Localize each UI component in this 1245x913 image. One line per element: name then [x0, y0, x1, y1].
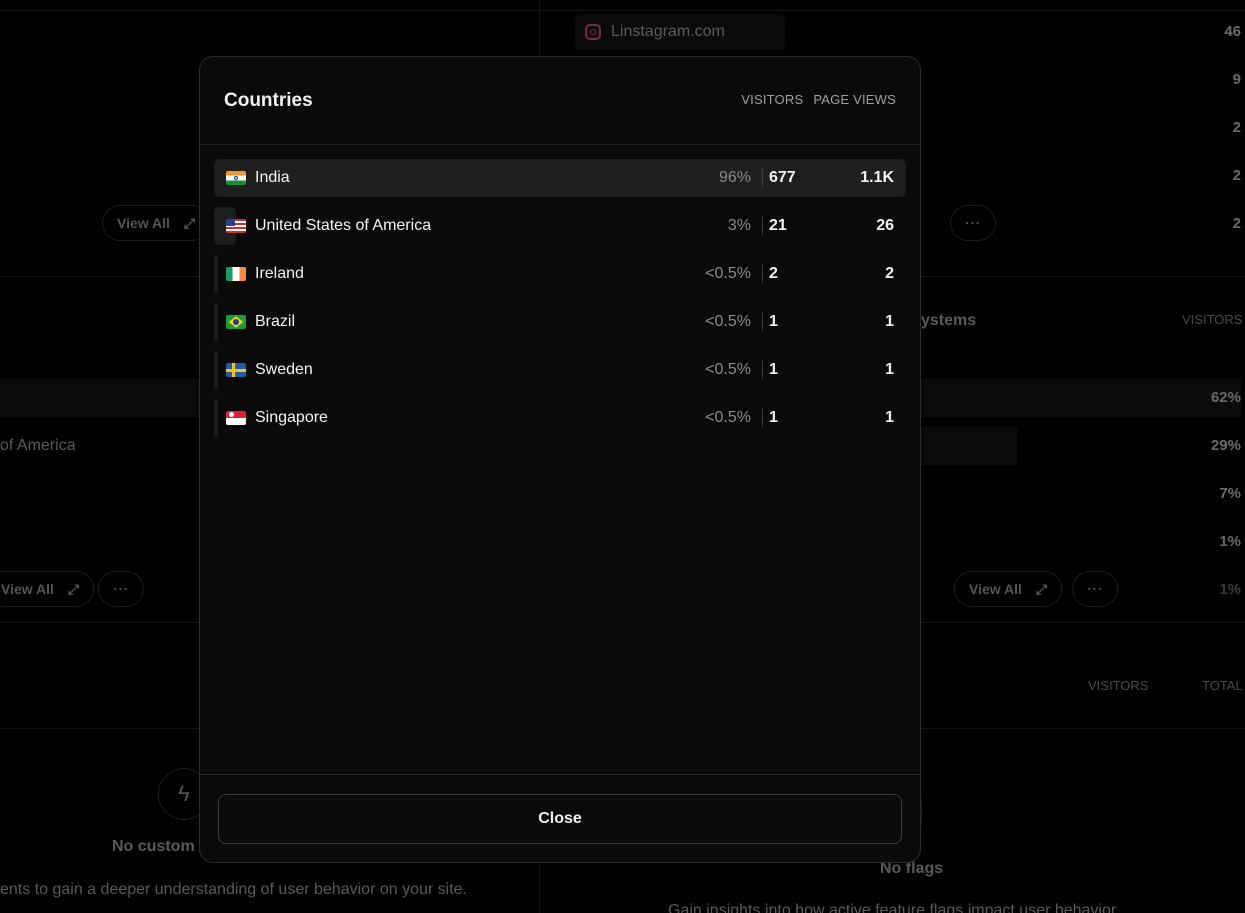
country-row-sweden[interactable]: Sweden <0.5% 1 1 — [214, 351, 906, 389]
country-page-views: 1 — [885, 313, 894, 330]
os-percent: 7% — [1219, 485, 1241, 502]
value-separator — [762, 265, 763, 283]
country-name: United States of America — [255, 217, 432, 234]
referrer-count: 9 — [1232, 71, 1241, 88]
value-separator — [762, 217, 763, 235]
flag-brazil-icon — [226, 315, 246, 329]
share-bar — [214, 399, 218, 437]
value-separator — [762, 361, 763, 379]
more-options-button[interactable]: ⋯ — [1072, 571, 1118, 607]
flag-sweden-icon — [226, 363, 246, 377]
share-bar — [214, 303, 218, 341]
country-page-views: 1 — [885, 409, 894, 426]
country-percent: <0.5% — [705, 409, 751, 426]
empty-state-title: No custom — [112, 838, 195, 855]
country-row-singapore[interactable]: Singapore <0.5% 1 1 — [214, 399, 906, 437]
country-page-views: 2 — [885, 265, 894, 282]
country-list: India 96% 677 1.1K United States of Amer… — [200, 145, 920, 437]
country-visitors: 1 — [769, 409, 778, 426]
country-row-ireland[interactable]: Ireland <0.5% 2 2 — [214, 255, 906, 293]
share-bar — [214, 255, 218, 293]
referrer-count: 2 — [1232, 167, 1241, 184]
os-percent: 1% — [1219, 581, 1241, 598]
value-separator — [762, 169, 763, 187]
country-visitors: 2 — [769, 265, 778, 282]
os-bar — [921, 379, 1241, 417]
os-percent: 62% — [1210, 389, 1241, 406]
country-visitors: 1 — [769, 361, 778, 378]
view-all-button[interactable]: View All ⤢ — [954, 571, 1063, 607]
country-page-views: 1 — [885, 361, 894, 378]
more-options-button[interactable]: ⋯ — [950, 205, 996, 241]
flag-india-icon — [226, 171, 246, 185]
os-percent: 1% — [1219, 533, 1241, 550]
referrer-count: 46 — [1224, 23, 1241, 40]
instagram-icon — [585, 24, 601, 40]
country-page-views: 1.1K — [860, 169, 894, 186]
close-button[interactable]: Close — [218, 793, 902, 844]
country-name: Ireland — [255, 265, 304, 282]
dialog-footer: Close — [200, 774, 920, 862]
view-all-label: View All — [1, 581, 54, 597]
expand-icon: ⤢ — [183, 214, 196, 231]
view-all-button[interactable]: View All ⤢ — [102, 205, 211, 241]
country-percent: 3% — [727, 217, 751, 234]
referrer-item[interactable]: Linstagram.com — [575, 14, 785, 50]
flag-singapore-icon — [226, 411, 246, 425]
country-row-usa[interactable]: United States of America 3% 21 26 — [214, 207, 906, 245]
view-all-button[interactable]: View All ⤢ — [0, 571, 95, 607]
panel-title: ystems — [921, 312, 977, 329]
column-headers: VISITORS PAGE VIEWS — [741, 92, 896, 107]
os-percent: 29% — [1210, 437, 1241, 454]
view-all-label: View All — [117, 215, 170, 231]
page-views-column-header: PAGE VIEWS — [813, 92, 896, 107]
expand-icon: ⤢ — [67, 580, 80, 597]
column-header: VISITORS — [1088, 678, 1149, 693]
flag-ireland-icon — [226, 267, 246, 281]
country-row-india[interactable]: India 96% 677 1.1K — [214, 159, 906, 197]
country-visitors: 1 — [769, 313, 778, 330]
dialog-header: Countries VISITORS PAGE VIEWS — [200, 57, 920, 145]
country-visitors: 677 — [769, 169, 796, 186]
empty-state-description: Gain insights into how active feature fl… — [668, 902, 1117, 913]
empty-state-description: ents to gain a deeper understanding of u… — [0, 881, 467, 898]
referrer-label: Linstagram.com — [611, 23, 725, 40]
value-separator — [762, 313, 763, 331]
country-name: Brazil — [255, 313, 296, 330]
referrer-count: 2 — [1232, 119, 1241, 136]
column-header: TOTAL — [1202, 678, 1243, 693]
country-page-views: 26 — [876, 217, 894, 234]
country-name: India — [255, 169, 290, 186]
more-options-button[interactable]: ⋯ — [98, 571, 144, 607]
country-name: Singapore — [255, 409, 328, 426]
view-all-label: View All — [969, 581, 1022, 597]
country-percent: 96% — [718, 169, 751, 186]
country-percent: <0.5% — [705, 313, 751, 330]
country-percent: <0.5% — [705, 361, 751, 378]
value-separator — [762, 409, 763, 427]
country-row-brazil[interactable]: Brazil <0.5% 1 1 — [214, 303, 906, 341]
share-bar — [214, 351, 218, 389]
os-bar — [921, 427, 1017, 465]
panel-divider — [0, 10, 1245, 11]
country-label: of America — [0, 437, 76, 454]
country-visitors: 21 — [769, 217, 787, 234]
flag-usa-icon — [226, 219, 246, 233]
column-header: VISITORS — [1182, 312, 1243, 327]
referrer-count: 2 — [1232, 215, 1241, 232]
country-name: Sweden — [255, 361, 313, 378]
dialog-title: Countries — [224, 89, 313, 111]
country-percent: <0.5% — [705, 265, 751, 282]
countries-dialog: Countries VISITORS PAGE VIEWS India 96% … — [199, 56, 921, 863]
country-bar — [0, 379, 200, 417]
visitors-column-header: VISITORS — [741, 92, 804, 107]
expand-icon: ⤢ — [1035, 580, 1048, 597]
